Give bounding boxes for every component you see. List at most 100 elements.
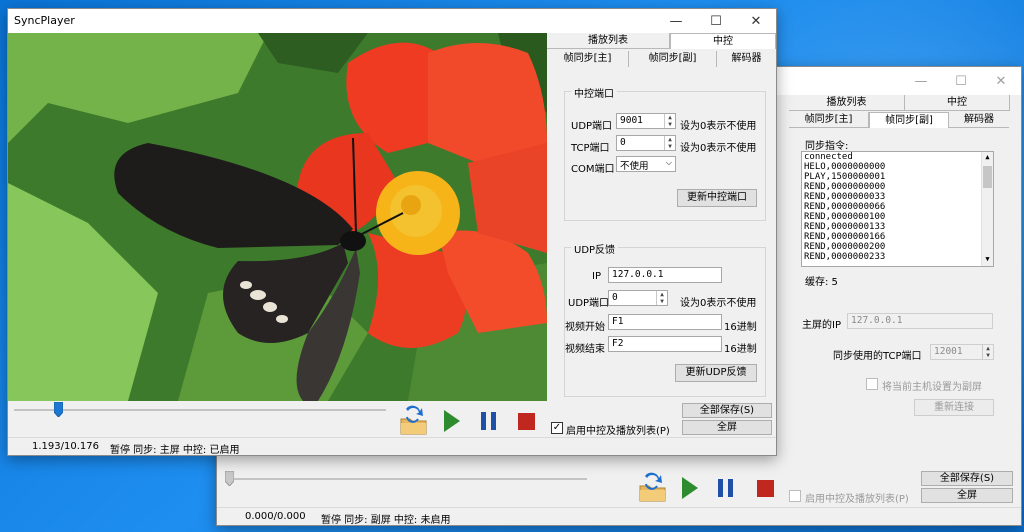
seek-bar[interactable] (14, 409, 386, 411)
sync-list-item[interactable]: REND,0000000233 (802, 252, 993, 262)
title-bar: SyncPlayer — ☐ ✕ (8, 9, 776, 33)
sync-list-item[interactable]: REND,0000000066 (802, 202, 993, 212)
sync-command-label: 同步指令: (805, 141, 849, 152)
status-text: 暂停 同步: 副屏 中控: 未启用 (321, 515, 451, 526)
tab-frame-sync-slave[interactable]: 帧同步[副] (629, 51, 717, 67)
scroll-down-icon[interactable]: ▼ (982, 254, 993, 266)
tab-frame-sync-master[interactable]: 帧同步[主] (789, 112, 869, 128)
feedback-udp-port-label: UDP端口 (568, 298, 610, 309)
close-button[interactable]: ✕ (736, 9, 776, 33)
time-readout: 1.193/10.176 (32, 441, 99, 452)
tab-frame-sync-master[interactable]: 帧同步[主] (547, 51, 629, 67)
ip-label: IP (592, 271, 601, 282)
chevron-down-icon: ⌵ (665, 158, 672, 167)
tab-frame-sync-slave[interactable]: 帧同步[副] (869, 112, 949, 128)
sync-list-item[interactable]: REND,0000000166 (802, 232, 993, 242)
sync-list-item[interactable]: REND,0000000100 (802, 212, 993, 222)
sync-list-item[interactable]: REND,0000000000 (802, 182, 993, 192)
com-port-label: COM端口 (571, 164, 615, 175)
maximize-button[interactable]: ☐ (696, 9, 736, 33)
udp-port-label: UDP端口 (571, 121, 613, 132)
sync-command-list[interactable]: connected HELO,0000000000 PLAY,1500000001 R… (801, 151, 994, 267)
stop-icon[interactable] (757, 480, 774, 497)
enable-control-label: 启用中控及播放列表(P) (805, 494, 909, 505)
feedback-port-spinner[interactable]: ▲ ▼ (656, 291, 667, 305)
hex-hint: 16进制 (724, 344, 757, 355)
master-ip-label: 主屏的IP (802, 320, 841, 331)
seek-thumb[interactable] (225, 471, 234, 486)
video-end-field[interactable]: F2 (608, 336, 722, 352)
tab-row-1: 播放列表 中控 (547, 33, 776, 49)
scroll-thumb[interactable] (983, 166, 992, 188)
tab-decoder[interactable]: 解码器 (949, 112, 1009, 128)
udp-port-hint: 设为0表示不使用 (680, 121, 757, 132)
reconnect-button[interactable]: 重新连接 (914, 399, 994, 416)
minimize-button[interactable]: — (901, 67, 941, 95)
video-end-label: 视频结束 (565, 344, 605, 355)
tab-row-2: 帧同步[主] 帧同步[副] 解码器 (547, 51, 776, 67)
sync-list-item[interactable]: REND,0000000133 (802, 222, 993, 232)
minimize-button[interactable]: — (656, 9, 696, 33)
close-button[interactable]: ✕ (981, 67, 1021, 95)
udp-port-spinner[interactable]: ▲ ▼ (664, 114, 675, 128)
group-title: 中控端口 (571, 85, 617, 100)
video-start-field[interactable]: F1 (608, 314, 722, 330)
sync-list-item[interactable]: REND,0000000200 (802, 242, 993, 252)
video-frame[interactable] (8, 33, 547, 401)
tab-row-1: 播放列表 中控 (789, 95, 1010, 111)
tcp-port-field[interactable]: 0 ▲ ▼ (616, 135, 676, 151)
update-udp-feedback-button[interactable]: 更新UDP反馈 (675, 364, 757, 382)
set-secondary-label: 将当前主机设置为副屏 (882, 382, 982, 393)
save-all-button[interactable]: 全部保存(S) (682, 403, 772, 418)
tcp-port-hint: 设为0表示不使用 (680, 143, 757, 154)
tab-control[interactable]: 中控 (905, 95, 1010, 111)
seek-thumb[interactable] (53, 402, 63, 417)
list-scrollbar[interactable]: ▲ ▼ (981, 152, 993, 266)
pause-icon[interactable] (717, 479, 735, 497)
status-text: 暂停 同步: 主屏 中控: 已启用 (110, 445, 240, 456)
update-control-port-button[interactable]: 更新中控端口 (677, 189, 757, 207)
video-start-label: 视频开始 (565, 322, 605, 333)
play-icon[interactable] (681, 476, 699, 500)
status-bar: 0.000/0.000 暂停 同步: 副屏 中控: 未启用 (217, 507, 1021, 526)
open-file-icon[interactable] (398, 405, 430, 437)
cache-label: 缓存: 5 (805, 277, 838, 288)
tcp-port-spinner[interactable]: ▲ ▼ (664, 136, 675, 150)
sync-list-item[interactable]: PLAY,1500000001 (802, 172, 993, 182)
feedback-port-hint: 设为0表示不使用 (680, 298, 757, 309)
tab-control[interactable]: 中控 (670, 33, 776, 49)
maximize-button[interactable]: ☐ (941, 67, 981, 95)
udp-port-field[interactable]: 9001 ▲ ▼ (616, 113, 676, 129)
sync-list-item[interactable]: connected (802, 152, 993, 162)
time-readout: 0.000/0.000 (245, 511, 306, 522)
tab-playlist[interactable]: 播放列表 (789, 95, 905, 111)
tcp-port-label: TCP端口 (571, 143, 610, 154)
tab-decoder[interactable]: 解码器 (717, 51, 776, 67)
hex-hint: 16进制 (724, 322, 757, 333)
play-icon[interactable] (443, 409, 461, 433)
feedback-udp-port-field[interactable]: 0 ▲ ▼ (608, 290, 668, 306)
enable-control-checkbox[interactable]: ✓ (551, 422, 563, 434)
save-all-button[interactable]: 全部保存(S) (921, 471, 1013, 486)
scroll-up-icon[interactable]: ▲ (982, 152, 993, 164)
com-port-select[interactable]: 不使用 ⌵ (616, 156, 676, 172)
enable-control-checkbox[interactable] (789, 490, 801, 502)
enable-control-label: 启用中控及播放列表(P) (566, 426, 670, 437)
tab-playlist[interactable]: 播放列表 (547, 33, 670, 49)
open-file-icon[interactable] (637, 472, 669, 504)
master-ip-field[interactable]: 127.0.0.1 (847, 313, 993, 329)
main-player-window: SyncPlayer — ☐ ✕ 播放列表 中控 帧同步[主] 帧同步[副] 解… (7, 8, 777, 456)
pause-icon[interactable] (480, 412, 498, 430)
ip-field[interactable]: 127.0.0.1 (608, 267, 722, 283)
sync-port-spinner[interactable]: ▲ ▼ (982, 345, 993, 359)
seek-bar[interactable] (227, 478, 587, 480)
window-title: SyncPlayer (14, 14, 75, 27)
set-secondary-checkbox[interactable] (866, 378, 878, 390)
fullscreen-button[interactable]: 全屏 (682, 420, 772, 435)
sync-list-item[interactable]: HELO,0000000000 (802, 162, 993, 172)
tab-row-2: 帧同步[主] 帧同步[副] 解码器 (789, 112, 1009, 128)
stop-icon[interactable] (518, 413, 535, 430)
sync-list-item[interactable]: REND,0000000033 (802, 192, 993, 202)
fullscreen-button[interactable]: 全屏 (921, 488, 1013, 503)
sync-port-field[interactable]: 12001 ▲ ▼ (930, 344, 994, 360)
